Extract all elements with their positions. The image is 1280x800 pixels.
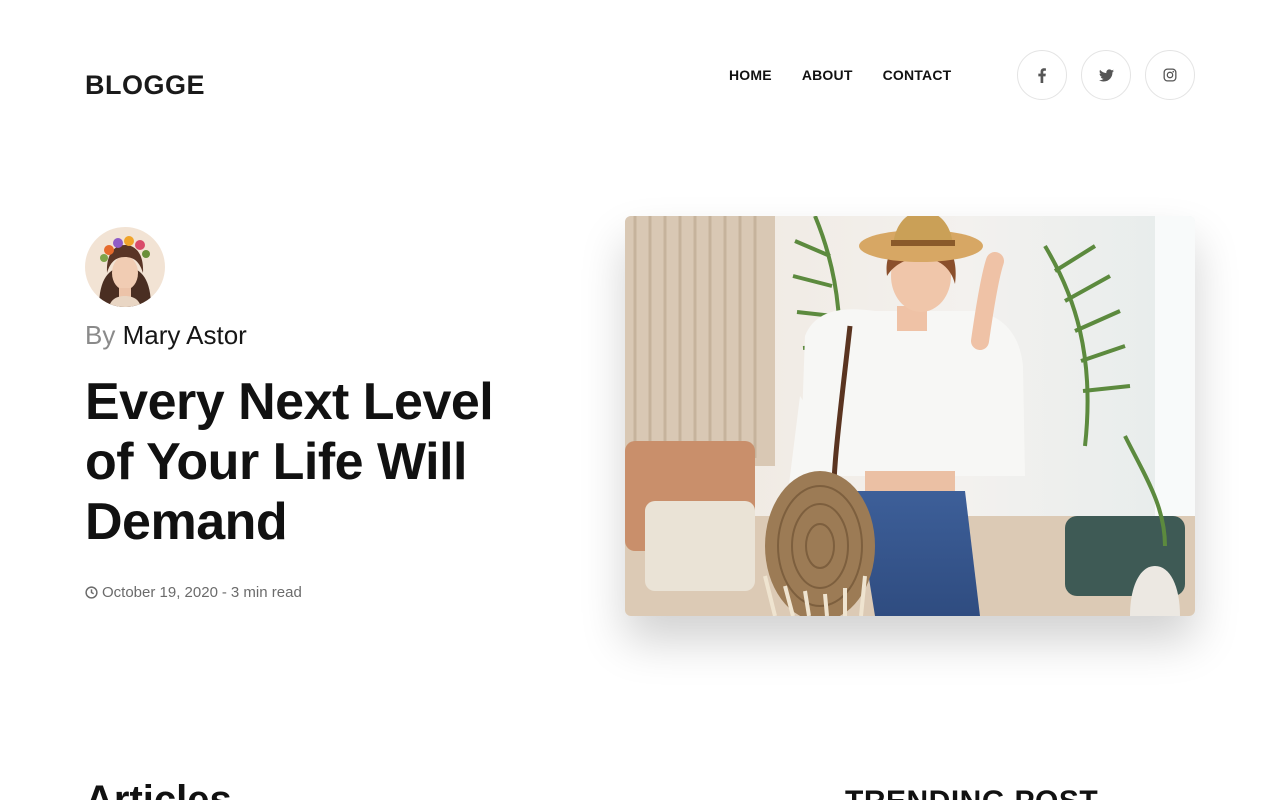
facebook-icon: [1038, 67, 1046, 83]
author-avatar[interactable]: [85, 227, 165, 307]
post-title[interactable]: Every Next Level of Your Life Will Deman…: [85, 372, 555, 552]
read-time: 3 min read: [230, 584, 302, 601]
nav-contact-link[interactable]: CONTACT: [883, 67, 952, 83]
twitter-button[interactable]: [1081, 50, 1131, 100]
trending-section-title: TRENDING POST: [845, 785, 1098, 800]
facebook-button[interactable]: [1017, 50, 1067, 100]
nav-home-link[interactable]: HOME: [729, 67, 772, 83]
author-name[interactable]: Mary Astor: [123, 320, 247, 350]
post-date: October 19, 2020: [102, 584, 218, 601]
main-nav: HOME ABOUT CONTACT: [729, 67, 951, 83]
twitter-icon: [1098, 68, 1114, 81]
instagram-button[interactable]: [1145, 50, 1195, 100]
featured-post-image[interactable]: [625, 216, 1195, 616]
social-links: [1017, 50, 1195, 100]
meta-separator: -: [221, 584, 227, 601]
byline-prefix: By: [85, 320, 116, 350]
articles-section-title: Articles: [85, 778, 232, 800]
clock-icon: [85, 586, 98, 599]
post-meta: October 19, 2020 - 3 min read: [85, 584, 302, 601]
site-logo[interactable]: BLOGGE: [85, 70, 205, 101]
nav-about-link[interactable]: ABOUT: [802, 67, 853, 83]
author-byline: By Mary Astor: [85, 319, 247, 351]
instagram-icon: [1163, 68, 1177, 82]
